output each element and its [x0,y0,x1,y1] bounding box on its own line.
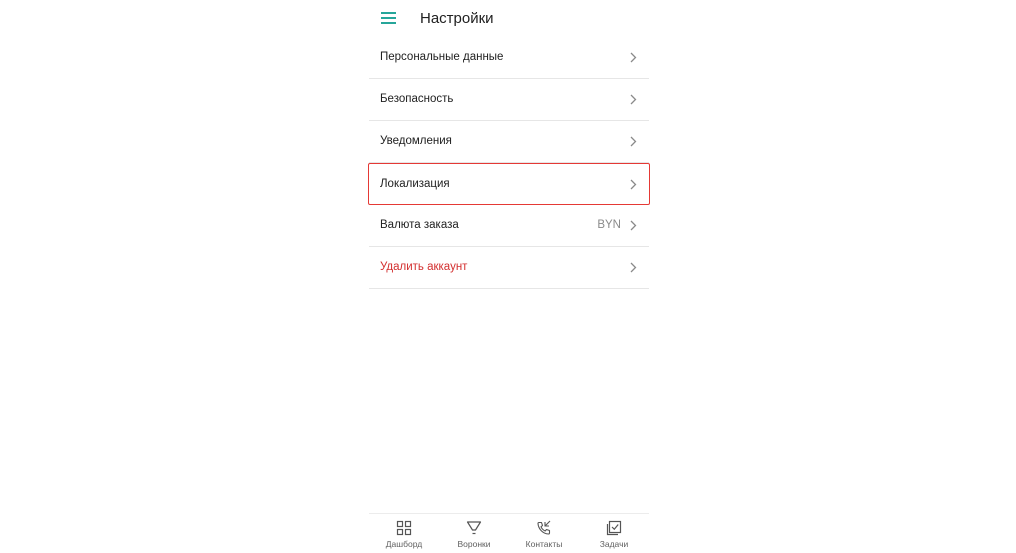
funnel-icon [466,521,482,535]
bottom-navigation: Дашборд Воронки Контакты Задачи [369,513,649,553]
settings-item-security[interactable]: Безопасность [369,79,649,121]
dashboard-grid-icon [396,520,412,536]
hamburger-menu-icon[interactable] [381,12,396,24]
settings-item-label: Уведомления [380,135,452,147]
nav-item-funnels[interactable]: Воронки [439,514,509,553]
chevron-right-icon [630,262,637,273]
nav-item-contacts[interactable]: Контакты [509,514,579,553]
nav-item-tasks[interactable]: Задачи [579,514,649,553]
nav-item-dashboard[interactable]: Дашборд [369,514,439,553]
nav-label: Контакты [525,539,563,549]
settings-item-delete-account[interactable]: Удалить аккаунт [369,247,649,289]
nav-label: Воронки [457,539,491,549]
settings-item-order-currency[interactable]: Валюта заказа BYN [369,205,649,247]
tasks-checklist-icon [606,520,622,536]
page-title: Настройки [420,10,494,27]
nav-label: Дашборд [385,539,423,549]
chevron-right-icon [630,220,637,231]
chevron-right-icon [630,179,637,190]
top-app-bar: Настройки [369,0,649,37]
settings-item-notifications[interactable]: Уведомления [369,121,649,163]
settings-list: Персональные данные Безопасность Уведомл… [368,37,650,289]
settings-item-personal-data[interactable]: Персональные данные [369,37,649,79]
phone-contacts-icon [537,520,551,535]
app-screen: Настройки Персональные данные Безопаснос… [368,0,650,553]
currency-value: BYN [597,219,621,231]
chevron-right-icon [630,136,637,147]
settings-item-label: Локализация [380,178,450,190]
settings-item-label: Удалить аккаунт [380,261,468,273]
settings-item-label: Персональные данные [380,51,504,63]
settings-item-localization[interactable]: Локализация [368,163,650,205]
chevron-right-icon [630,52,637,63]
settings-item-label: Безопасность [380,93,454,105]
chevron-right-icon [630,94,637,105]
nav-label: Задачи [599,539,629,549]
settings-item-label: Валюта заказа [380,219,459,231]
